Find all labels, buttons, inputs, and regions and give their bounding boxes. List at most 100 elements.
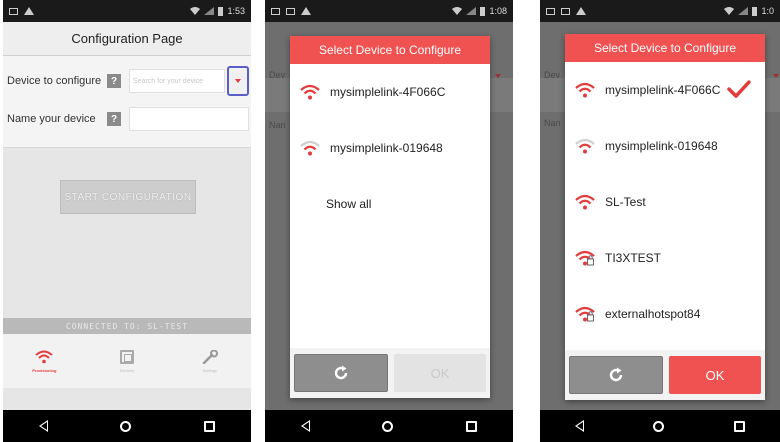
- tab-label: Provisioning: [32, 367, 57, 373]
- page-title: Configuration Page: [3, 22, 251, 56]
- device-name: externalhotspot84: [605, 307, 701, 321]
- status-bar: 1:53: [3, 0, 251, 22]
- device-name: mysimplelink-019648: [330, 141, 443, 155]
- cell-signal-icon: [738, 7, 749, 15]
- list-item[interactable]: mysimplelink-4F066C: [565, 62, 765, 118]
- chevron-down-icon: [495, 74, 501, 78]
- notification-icon: [271, 7, 280, 15]
- battery-icon: [752, 6, 758, 16]
- wifi-icon: [575, 82, 595, 98]
- warning-icon: [301, 7, 311, 15]
- notification-icon: [9, 7, 18, 15]
- wrench-icon: [202, 349, 218, 364]
- home-icon[interactable]: [120, 420, 132, 432]
- tab-devices[interactable]: Devices: [86, 334, 169, 388]
- phone-screen-device-select-all: 1:0 Dev Nan Select Device to Configure m…: [540, 0, 780, 442]
- notification-icon: [546, 7, 555, 15]
- checkmark-icon: [727, 80, 751, 98]
- system-nav-bar: [3, 410, 251, 442]
- dimmed-device-label: Dev: [544, 70, 561, 80]
- start-configuration-button[interactable]: START CONFIGURATION: [60, 180, 196, 214]
- device-name: mysimplelink-019648: [605, 139, 718, 153]
- dialog-footer: OK: [565, 350, 765, 400]
- config-form: Device to configure ? Search for your de…: [3, 56, 251, 148]
- refresh-button[interactable]: [294, 354, 388, 392]
- device-name: TI3XTEST: [605, 251, 662, 265]
- wifi-icon: [575, 194, 595, 210]
- ok-button[interactable]: OK: [669, 356, 761, 394]
- wifi-signal-icon: [190, 7, 201, 15]
- wifi-icon: [300, 84, 320, 100]
- wifi-lock-icon: [575, 250, 595, 266]
- list-item[interactable]: mysimplelink-4F066C: [290, 64, 490, 120]
- list-item[interactable]: mysimplelink-019648: [565, 118, 765, 174]
- phone-screen-device-select: 1:08 Dev Nan Select Device to Configure …: [265, 0, 513, 442]
- status-time: 1:08: [489, 6, 507, 16]
- device-icon: [120, 349, 134, 364]
- back-icon[interactable]: [39, 420, 49, 432]
- name-row: Name your device ?: [3, 100, 251, 138]
- list-item[interactable]: SL-Test: [565, 174, 765, 230]
- home-icon[interactable]: [382, 420, 394, 432]
- select-device-dialog: Select Device to Configure mysimplelink-…: [290, 36, 490, 398]
- wifi-icon: [575, 138, 595, 154]
- dialog-footer: OK: [290, 348, 490, 398]
- device-list: mysimplelink-4F066C mysimplelink-019648: [565, 62, 765, 342]
- home-icon[interactable]: [653, 420, 665, 432]
- notification-icon: [561, 7, 570, 15]
- help-icon[interactable]: ?: [107, 74, 121, 88]
- phone-screen-configuration: 1:53 Configuration Page Device to config…: [3, 0, 251, 442]
- name-label: Name your device: [7, 113, 96, 125]
- wifi-lock-icon: [575, 306, 595, 322]
- list-item[interactable]: externalhotspot84: [565, 286, 765, 342]
- tab-settings[interactable]: Settings: [168, 334, 251, 388]
- status-time: 1:0: [761, 6, 774, 16]
- connection-status-bar: CONNECTED TO: SL-TEST: [3, 318, 251, 334]
- tab-label: Devices: [119, 367, 135, 373]
- chevron-down-icon: [773, 74, 779, 78]
- dialog-title: Select Device to Configure: [565, 34, 765, 62]
- list-item[interactable]: TI3XTEST: [565, 230, 765, 286]
- dimmed-name-label: Nan: [269, 120, 286, 130]
- ok-button[interactable]: OK: [394, 354, 486, 392]
- recent-apps-icon[interactable]: [734, 420, 746, 432]
- tab-label: Settings: [202, 367, 217, 373]
- device-name: mysimplelink-4F066C: [605, 83, 721, 97]
- wifi-signal-icon: [452, 7, 463, 15]
- back-icon[interactable]: [301, 420, 311, 432]
- device-name: mysimplelink-4F066C: [330, 85, 446, 99]
- dimmed-name-label: Nan: [544, 118, 561, 128]
- refresh-button[interactable]: [569, 356, 663, 394]
- notification-icon: [286, 7, 295, 15]
- recent-apps-icon[interactable]: [465, 420, 477, 432]
- chevron-down-icon: [235, 79, 241, 83]
- refresh-icon: [334, 365, 348, 380]
- recent-apps-icon[interactable]: [203, 420, 215, 432]
- device-name: SL-Test: [605, 195, 646, 209]
- wifi-icon: [35, 350, 53, 363]
- system-nav-bar: [540, 410, 780, 442]
- device-dropdown-button[interactable]: [227, 66, 249, 96]
- back-icon[interactable]: [574, 420, 584, 432]
- cell-signal-icon: [466, 7, 477, 15]
- help-icon[interactable]: ?: [107, 112, 121, 126]
- device-search-input[interactable]: Search for your device: [129, 69, 225, 93]
- system-nav-bar: [265, 410, 513, 442]
- tab-provisioning[interactable]: Provisioning: [3, 334, 86, 388]
- device-label: Device to configure: [7, 75, 102, 87]
- refresh-icon: [609, 367, 623, 382]
- list-item[interactable]: mysimplelink-019648: [290, 120, 490, 176]
- device-list: mysimplelink-4F066C mysimplelink-019648 …: [290, 64, 490, 232]
- cell-signal-icon: [204, 7, 215, 15]
- show-all-item[interactable]: Show all: [290, 176, 490, 232]
- device-name-input[interactable]: [129, 107, 249, 131]
- status-bar: 1:08: [265, 0, 513, 22]
- bottom-tab-bar: Provisioning Devices Settings: [3, 334, 251, 388]
- warning-icon: [576, 7, 586, 15]
- show-all-label: Show all: [326, 197, 372, 211]
- status-time: 1:53: [227, 6, 245, 16]
- device-row: Device to configure ? Search for your de…: [3, 62, 251, 100]
- battery-icon: [218, 6, 224, 16]
- wifi-signal-icon: [724, 7, 735, 15]
- status-bar: 1:0: [540, 0, 780, 22]
